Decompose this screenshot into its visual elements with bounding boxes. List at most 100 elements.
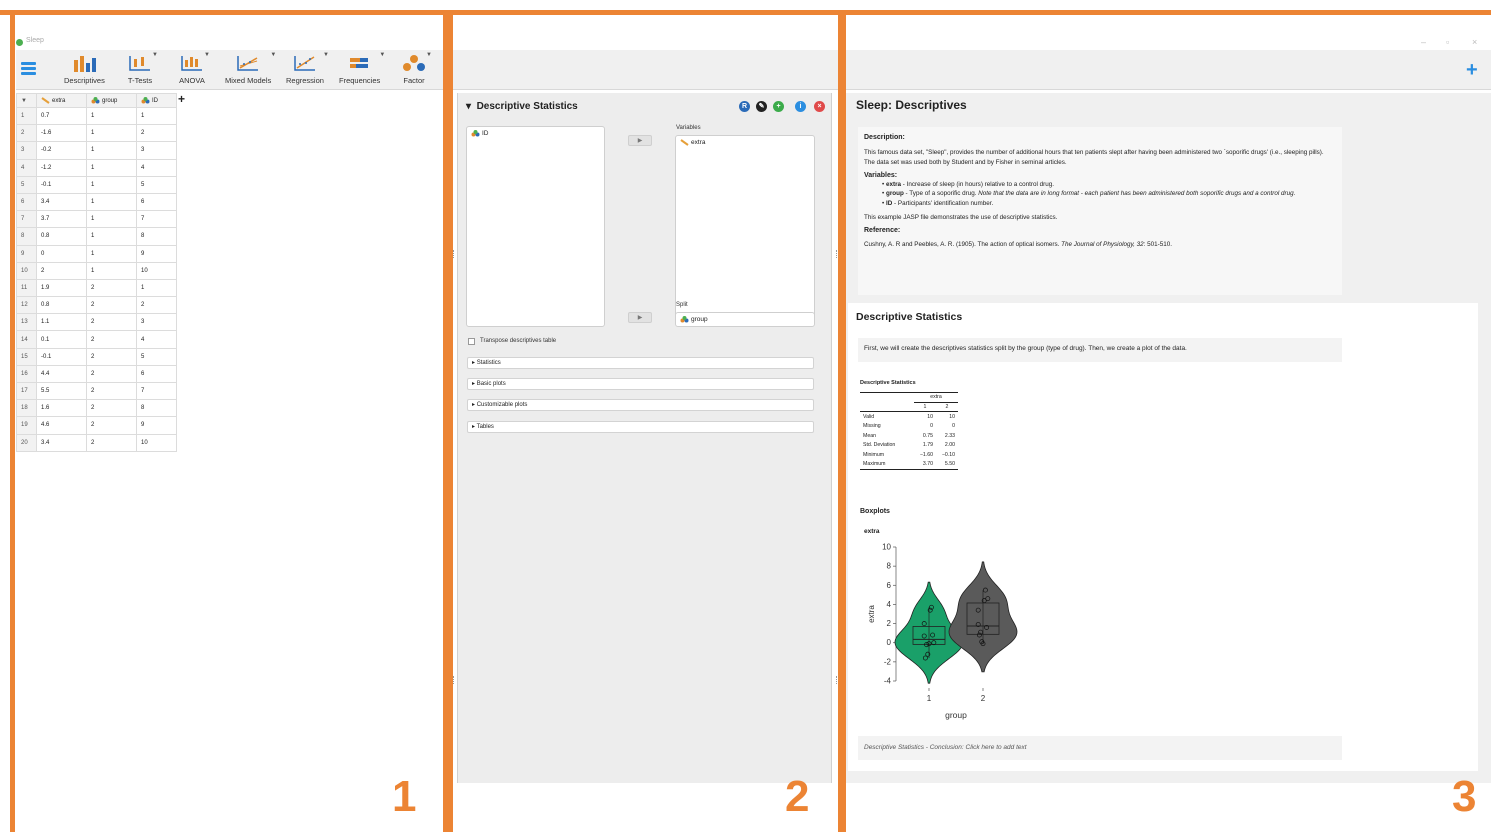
grid-cell[interactable]: -0.2 <box>36 141 87 160</box>
grid-cell[interactable]: 3.7 <box>36 210 87 229</box>
variables-list[interactable]: extra <box>675 135 815 325</box>
grid-cell[interactable]: 2 <box>86 364 137 384</box>
grid-cell[interactable]: 9 <box>136 244 177 263</box>
move-to-variables-button[interactable]: ▶ <box>628 135 652 146</box>
minimize-button[interactable]: – <box>1421 37 1426 47</box>
grid-cell[interactable]: 0.8 <box>36 296 87 315</box>
grid-cell[interactable]: 1 <box>86 124 137 143</box>
grid-cell[interactable]: 6 <box>136 364 177 384</box>
grid-cell[interactable]: 2 <box>86 278 137 298</box>
grid-cell[interactable]: 1 <box>86 106 137 126</box>
list-item[interactable]: group <box>676 313 814 326</box>
grid-cell[interactable]: 2 <box>136 296 177 315</box>
menu-icon[interactable] <box>21 62 36 76</box>
edit-title-icon[interactable]: ✎ <box>756 101 767 112</box>
grid-cell[interactable]: 4 <box>136 158 177 177</box>
splitter-handle[interactable] <box>453 676 455 684</box>
grid-cell[interactable]: 1 <box>86 227 137 246</box>
add-column-button[interactable]: + <box>178 92 185 106</box>
transpose-checkbox[interactable] <box>468 338 475 345</box>
grid-cell[interactable]: 7 <box>136 210 177 229</box>
grid-cell[interactable]: 5.5 <box>36 381 87 401</box>
grid-cell[interactable]: 2 <box>86 296 137 315</box>
grid-cell[interactable]: 2 <box>86 347 137 366</box>
mixed-models-button[interactable]: Mixed Models ▼ <box>225 52 276 85</box>
grid-cell[interactable]: 10 <box>136 261 177 280</box>
grid-cell[interactable]: 8 <box>136 227 177 246</box>
split-field[interactable]: group <box>675 312 815 327</box>
analysis-title[interactable]: ▾ Descriptive Statistics <box>466 101 578 112</box>
factor-button[interactable]: Factor ▼ <box>401 52 432 85</box>
grid-cell[interactable]: 0.7 <box>36 106 87 126</box>
description-note[interactable]: Description: This famous data set, "Slee… <box>858 127 1342 295</box>
splitter-handle[interactable] <box>453 250 455 258</box>
section-tables[interactable]: ▸ Tables <box>467 421 814 433</box>
list-item[interactable]: extra <box>676 136 814 149</box>
add-module-button[interactable]: + <box>1466 60 1478 80</box>
info-icon[interactable]: i <box>795 101 806 112</box>
grid-cell[interactable]: 3 <box>136 141 177 160</box>
section-customizable-plots[interactable]: ▸ Customizable plots <box>467 399 814 411</box>
filter-icon[interactable]: ▼ <box>16 93 37 108</box>
t-tests-button[interactable]: T-Tests ▼ <box>127 52 158 85</box>
grid-cell[interactable]: 2 <box>36 261 87 280</box>
grid-cell[interactable]: 0.1 <box>36 330 87 349</box>
move-to-split-button[interactable]: ▶ <box>628 312 652 323</box>
grid-cell[interactable]: -0.1 <box>36 347 87 366</box>
grid-cell[interactable]: 5 <box>136 175 177 194</box>
close-analysis-icon[interactable]: × <box>814 101 825 112</box>
frequencies-button[interactable]: Frequencies ▼ <box>339 52 385 85</box>
grid-cell[interactable]: 1.6 <box>36 399 87 418</box>
grid-cell[interactable]: 6 <box>136 192 177 212</box>
grid-cell[interactable]: 4.4 <box>36 364 87 384</box>
descriptives-button[interactable]: Descriptives <box>64 54 105 85</box>
regression-button[interactable]: Regression ▼ <box>286 52 329 85</box>
grid-cell[interactable]: -1.2 <box>36 158 87 177</box>
column-header-id[interactable]: ID <box>136 93 177 108</box>
grid-cell[interactable]: 10 <box>136 433 177 452</box>
grid-cell[interactable]: -0.1 <box>36 175 87 194</box>
grid-cell[interactable]: 1 <box>86 175 137 194</box>
column-header-extra[interactable]: extra <box>36 93 87 108</box>
grid-cell[interactable]: 8 <box>136 399 177 418</box>
grid-cell[interactable]: 1 <box>86 158 137 177</box>
grid-cell[interactable]: 2 <box>86 313 137 332</box>
available-variables-list[interactable]: ID <box>466 126 605 327</box>
list-item[interactable]: ID <box>467 127 604 140</box>
duplicate-icon[interactable]: + <box>773 101 784 112</box>
grid-cell[interactable]: 2 <box>86 381 137 401</box>
grid-cell[interactable]: 5 <box>136 347 177 366</box>
r-syntax-icon[interactable]: R <box>739 101 750 112</box>
grid-cell[interactable]: 2 <box>86 416 137 435</box>
intro-note[interactable]: First, we will create the descriptives s… <box>858 338 1342 362</box>
section-statistics[interactable]: ▸ Statistics <box>467 357 814 369</box>
conclusion-note[interactable]: Descriptive Statistics - Conclusion: Cli… <box>858 736 1342 760</box>
section-basic-plots[interactable]: ▸ Basic plots <box>467 378 814 390</box>
grid-cell[interactable]: 1.1 <box>36 313 87 332</box>
grid-cell[interactable]: 1 <box>86 141 137 160</box>
grid-cell[interactable]: 1 <box>136 106 177 126</box>
grid-cell[interactable]: 1 <box>136 278 177 298</box>
grid-cell[interactable]: 3 <box>136 313 177 332</box>
results-title[interactable]: Sleep: Descriptives <box>856 98 967 112</box>
grid-cell[interactable]: 9 <box>136 416 177 435</box>
grid-cell[interactable]: 2 <box>86 433 137 452</box>
grid-cell[interactable]: 1 <box>86 210 137 229</box>
grid-cell[interactable]: 1.9 <box>36 278 87 298</box>
grid-cell[interactable]: 0 <box>36 244 87 263</box>
grid-cell[interactable]: 3.4 <box>36 192 87 212</box>
section-title[interactable]: Descriptive Statistics <box>856 311 962 323</box>
grid-cell[interactable]: 1 <box>86 244 137 263</box>
maximize-button[interactable]: ▫ <box>1446 37 1449 47</box>
grid-cell[interactable]: 4.6 <box>36 416 87 435</box>
grid-cell[interactable]: -1.6 <box>36 124 87 143</box>
anova-button[interactable]: ANOVA ▼ <box>179 52 210 85</box>
grid-cell[interactable]: 2 <box>86 399 137 418</box>
close-window-button[interactable]: × <box>1472 37 1477 47</box>
grid-cell[interactable]: 3.4 <box>36 433 87 452</box>
grid-cell[interactable]: 2 <box>86 330 137 349</box>
grid-cell[interactable]: 1 <box>86 261 137 280</box>
grid-cell[interactable]: 1 <box>86 192 137 212</box>
grid-cell[interactable]: 0.8 <box>36 227 87 246</box>
grid-cell[interactable]: 2 <box>136 124 177 143</box>
